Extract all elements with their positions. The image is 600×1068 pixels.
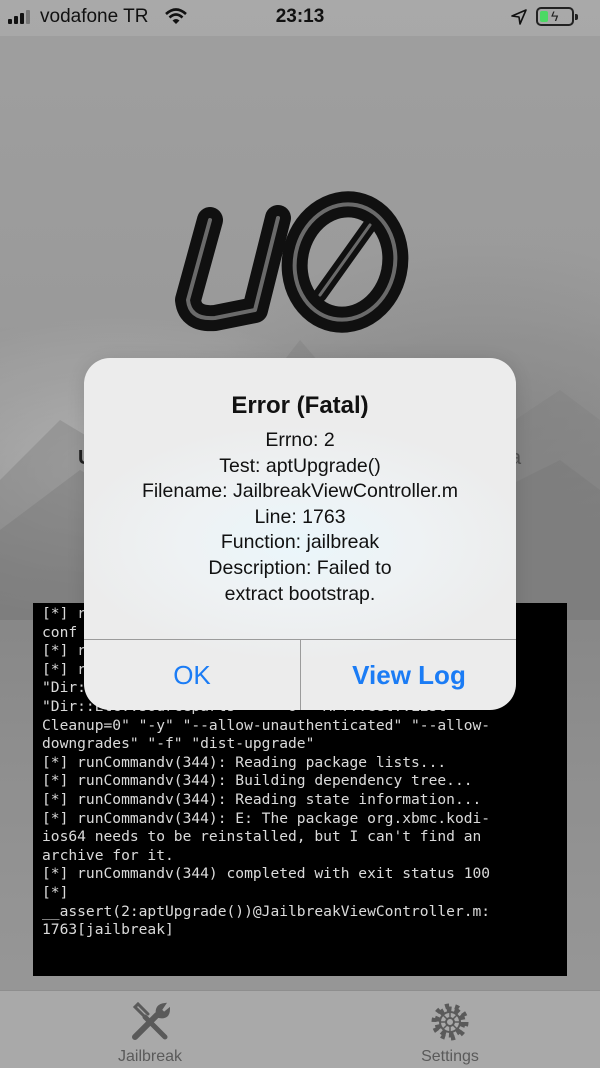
alert-message-line: Description: Failed to xyxy=(208,556,392,579)
battery-charging-icon: ϟ xyxy=(536,7,578,26)
alert-message-line: Line: 1763 xyxy=(254,505,346,528)
status-bar: vodafone TR 23:13 ϟ xyxy=(0,0,600,36)
ok-button[interactable]: OK xyxy=(84,640,300,710)
alert-message: Errno: 2 Test: aptUpgrade() Filename: Ja… xyxy=(84,428,516,607)
battery-level xyxy=(540,11,548,22)
tab-label: Jailbreak xyxy=(117,1048,183,1065)
tab-bar: Jailbreak Settings xyxy=(0,990,600,1068)
view-log-button[interactable]: View Log xyxy=(301,640,516,710)
error-alert-dialog: Error (Fatal) Errno: 2 Test: aptUpgrade(… xyxy=(84,358,516,710)
alert-message-line: Errno: 2 xyxy=(265,429,335,451)
alert-message-line: Function: jailbreak xyxy=(220,531,380,554)
tab-label: Settings xyxy=(421,1048,479,1065)
alert-message-line: extract bootstrap. xyxy=(224,582,376,605)
location-arrow-icon xyxy=(511,9,527,25)
alert-title: Error (Fatal) xyxy=(231,392,369,419)
tab-settings[interactable]: Settings xyxy=(300,991,600,1068)
alert-message-line: Test: aptUpgrade() xyxy=(219,454,381,477)
wrench-screwdriver-icon xyxy=(132,1001,171,1040)
alert-message-line: Filename: JailbreakViewController.m xyxy=(141,480,459,503)
tab-jailbreak[interactable]: Jailbreak xyxy=(0,991,300,1068)
gear-icon xyxy=(431,1003,469,1041)
